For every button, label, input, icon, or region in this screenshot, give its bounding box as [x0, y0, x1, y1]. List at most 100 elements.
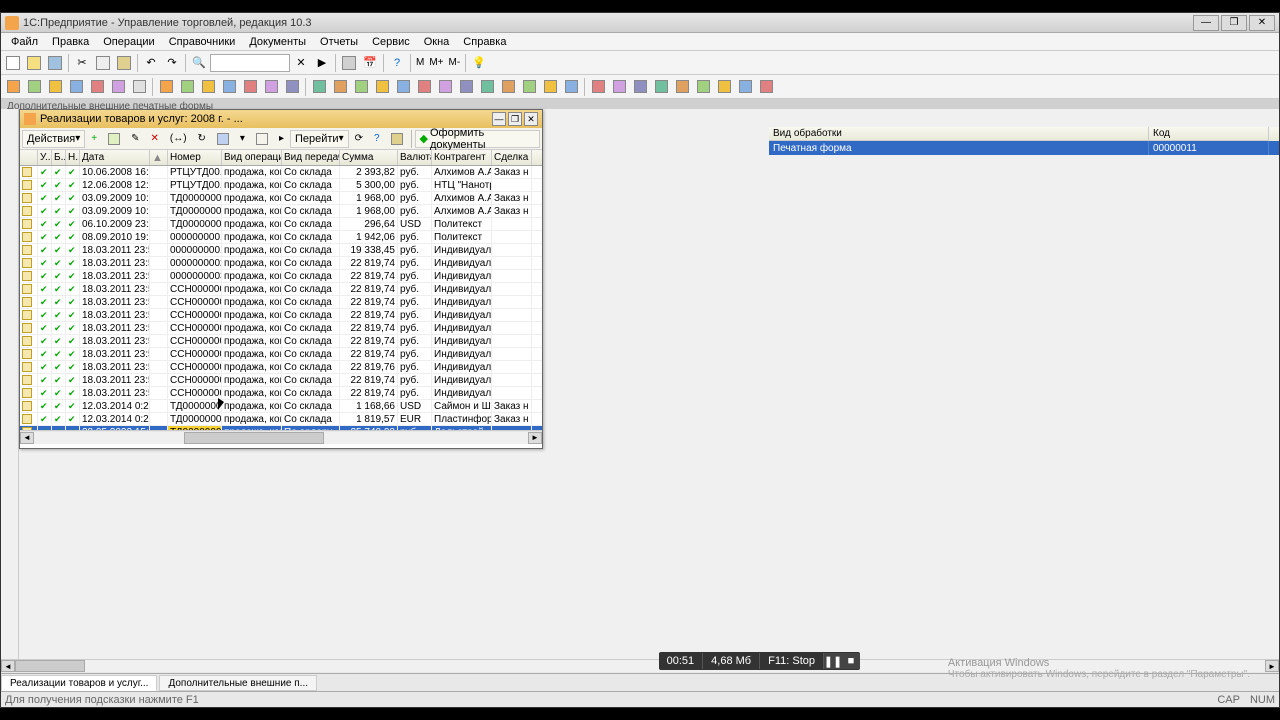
- clear-icon[interactable]: ✕: [291, 53, 311, 73]
- table-row[interactable]: ✔✔✔18.03.2011 23:59:59ССН00000008продажа…: [20, 374, 542, 387]
- recorder-stop-icon[interactable]: ■: [842, 653, 860, 669]
- toolbar2-btn-21[interactable]: [456, 77, 476, 97]
- table-row[interactable]: ✔✔✔03.09.2009 10:24:53ТД00000001продажа,…: [20, 192, 542, 205]
- taskbar-tab-1[interactable]: Реализации товаров и услуг...: [1, 675, 157, 691]
- refresh-icon[interactable]: ↻: [193, 130, 211, 148]
- main-scroll-left-icon[interactable]: ◄: [1, 660, 15, 672]
- doc-titlebar[interactable]: Реализации товаров и услуг: 2008 г. - ..…: [20, 110, 542, 128]
- grid-body[interactable]: ✔✔✔10.06.2008 16:38:20РТЦУТД00...продажа…: [20, 166, 542, 430]
- toolbar2-btn-29[interactable]: [630, 77, 650, 97]
- table-row[interactable]: ✔✔✔18.03.2011 23:59:59ССН00000002продажа…: [20, 296, 542, 309]
- export-icon[interactable]: ▸: [274, 130, 289, 148]
- open-icon[interactable]: [24, 53, 44, 73]
- grid-header-11[interactable]: Контрагент: [432, 150, 492, 165]
- copy-icon[interactable]: [93, 53, 113, 73]
- toolbar2-btn-35[interactable]: [756, 77, 776, 97]
- menu-6[interactable]: Сервис: [366, 34, 416, 50]
- toolbar2-btn-26[interactable]: [561, 77, 581, 97]
- menu-7[interactable]: Окна: [418, 34, 456, 50]
- menu-2[interactable]: Операции: [97, 34, 160, 50]
- goto-button[interactable]: Перейти ▾: [290, 130, 349, 148]
- toolbar2-btn-18[interactable]: [393, 77, 413, 97]
- save-icon[interactable]: [45, 53, 65, 73]
- doc-close-button[interactable]: ✕: [524, 112, 538, 126]
- calc-icon[interactable]: [339, 53, 359, 73]
- toolbar2-btn-19[interactable]: [414, 77, 434, 97]
- table-row[interactable]: ✔✔✔12.03.2014 0:21:21ТД00000002продажа, …: [20, 413, 542, 426]
- toolbar2-btn-27[interactable]: [588, 77, 608, 97]
- toolbar2-btn-30[interactable]: [651, 77, 671, 97]
- toolbar2-btn-13[interactable]: [282, 77, 302, 97]
- toolbar2-btn-7[interactable]: [156, 77, 176, 97]
- toolbar2-btn-9[interactable]: [198, 77, 218, 97]
- grid-header-2[interactable]: Б...: [52, 150, 66, 165]
- undo-icon[interactable]: ↶: [141, 53, 161, 73]
- toolbar2-btn-3[interactable]: [66, 77, 86, 97]
- doc-maximize-button[interactable]: ❐: [508, 112, 522, 126]
- toolbar2-btn-0[interactable]: [3, 77, 23, 97]
- process-button[interactable]: ◆Оформить документы: [415, 130, 541, 148]
- grid-header-12[interactable]: Сделка: [492, 150, 532, 165]
- find-next-icon[interactable]: ▶: [312, 53, 332, 73]
- copy-row-icon[interactable]: [103, 130, 125, 148]
- table-row[interactable]: ✔✔✔18.03.2011 23:59:59ССН00000001продажа…: [20, 283, 542, 296]
- filter2-icon[interactable]: ▾: [235, 130, 250, 148]
- table-row[interactable]: ✔✔✔18.03.2011 23:59:59ССН00000009продажа…: [20, 387, 542, 400]
- toolbar2-btn-1[interactable]: [24, 77, 44, 97]
- toolbar2-btn-23[interactable]: [498, 77, 518, 97]
- table-row[interactable]: ✔✔✔06.10.2009 23:24:25ТД00000003продажа,…: [20, 218, 542, 231]
- grid-header-1[interactable]: У...: [38, 150, 52, 165]
- doc-minimize-button[interactable]: —: [492, 112, 506, 126]
- add-icon[interactable]: +: [86, 130, 102, 148]
- tips-icon[interactable]: 💡: [469, 53, 489, 73]
- actions-button[interactable]: Действия ▾: [22, 130, 85, 148]
- main-scroll-right-icon[interactable]: ►: [1265, 660, 1279, 672]
- toolbar2-btn-12[interactable]: [261, 77, 281, 97]
- redo-icon[interactable]: ↷: [162, 53, 182, 73]
- print-icon[interactable]: [386, 130, 408, 148]
- toolbar2-btn-34[interactable]: [735, 77, 755, 97]
- edit-icon[interactable]: ✎: [126, 130, 144, 148]
- toolbar2-btn-14[interactable]: [309, 77, 329, 97]
- table-row[interactable]: ✔✔✔18.03.2011 23:59:59ССН00000004продажа…: [20, 322, 542, 335]
- toolbar2-btn-22[interactable]: [477, 77, 497, 97]
- grid-header-3[interactable]: Н...: [66, 150, 80, 165]
- delete-icon[interactable]: ✕: [145, 130, 163, 148]
- help2-icon[interactable]: ?: [369, 130, 385, 148]
- toolbar2-btn-8[interactable]: [177, 77, 197, 97]
- minimize-button[interactable]: —: [1193, 15, 1219, 31]
- grid-header-8[interactable]: Вид передачи: [282, 150, 340, 165]
- toolbar2-btn-32[interactable]: [693, 77, 713, 97]
- toolbar2-btn-4[interactable]: [87, 77, 107, 97]
- recorder-pause-icon[interactable]: ❚❚: [824, 653, 842, 669]
- table-row[interactable]: ✔✔✔18.03.2011 23:59:590000000002продажа,…: [20, 257, 542, 270]
- grid-header-7[interactable]: Вид операции: [222, 150, 282, 165]
- table-row[interactable]: ✔✔✔18.03.2011 23:59:59ССН00000006продажа…: [20, 348, 542, 361]
- right-col-kind[interactable]: Вид обработки: [769, 127, 1149, 141]
- toolbar2-btn-24[interactable]: [519, 77, 539, 97]
- paste-icon[interactable]: [114, 53, 134, 73]
- menu-3[interactable]: Справочники: [163, 34, 242, 50]
- menu-1[interactable]: Правка: [46, 34, 95, 50]
- grid-header-6[interactable]: Номер: [168, 150, 222, 165]
- toolbar2-btn-28[interactable]: [609, 77, 629, 97]
- grid-header-5[interactable]: ▲: [150, 150, 168, 165]
- toolbar2-btn-17[interactable]: [372, 77, 392, 97]
- reload-icon[interactable]: ⟳: [350, 130, 368, 148]
- toolbar2-btn-20[interactable]: [435, 77, 455, 97]
- table-row[interactable]: ✔✔✔08.09.2010 19:20:560000000001продажа,…: [20, 231, 542, 244]
- grid-header-10[interactable]: Валюта: [398, 150, 432, 165]
- grid-header-0[interactable]: [20, 150, 38, 165]
- menu-4[interactable]: Документы: [243, 34, 312, 50]
- taskbar-tab-2[interactable]: Дополнительные внешние п...: [159, 675, 317, 691]
- new-icon[interactable]: [3, 53, 23, 73]
- scroll-left-icon[interactable]: ◄: [20, 432, 34, 444]
- grid-header-9[interactable]: Сумма: [340, 150, 398, 165]
- help-icon[interactable]: ?: [387, 53, 407, 73]
- toolbar2-btn-10[interactable]: [219, 77, 239, 97]
- menu-0[interactable]: Файл: [5, 34, 44, 50]
- toolbar2-btn-2[interactable]: [45, 77, 65, 97]
- filter-off-icon[interactable]: [251, 130, 273, 148]
- close-button[interactable]: ✕: [1249, 15, 1275, 31]
- table-row[interactable]: ✔✔✔18.03.2011 23:59:590000000003продажа,…: [20, 270, 542, 283]
